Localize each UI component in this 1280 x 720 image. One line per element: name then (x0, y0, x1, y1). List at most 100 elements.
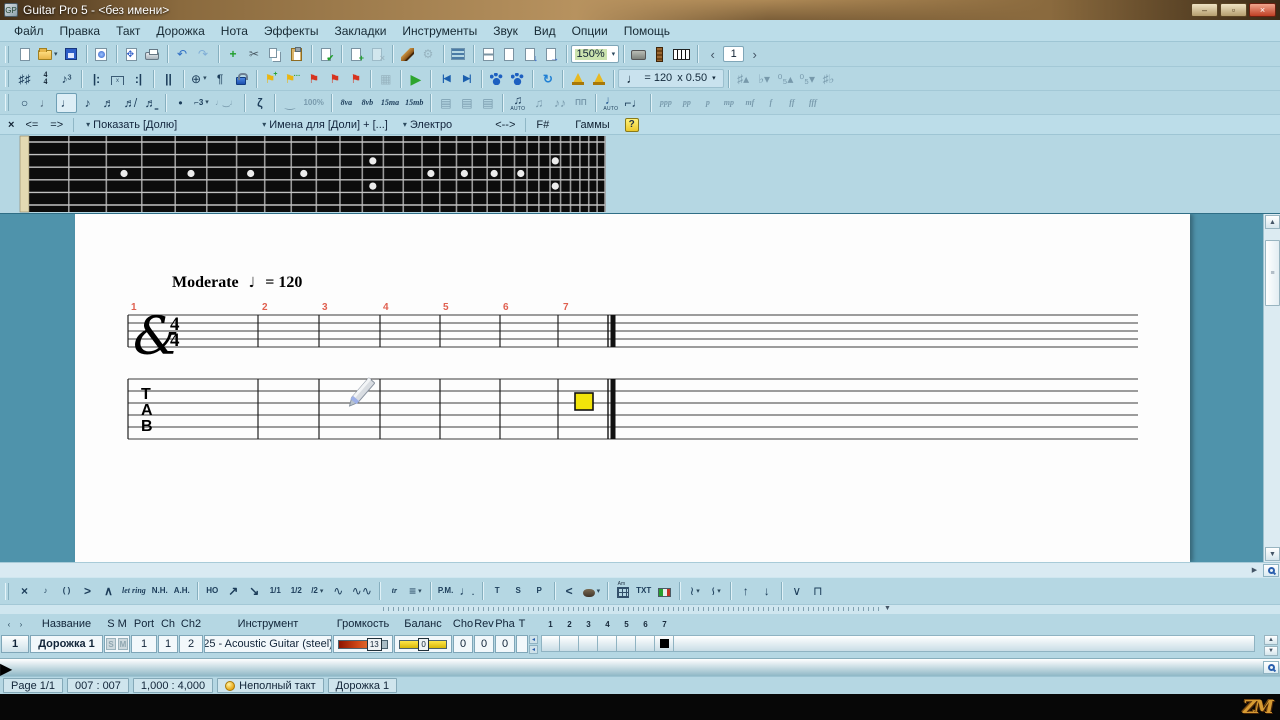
edit-cursor[interactable] (575, 393, 593, 410)
track-cell-bal[interactable]: 0 (394, 635, 452, 653)
track-cell-ch[interactable]: 1 (158, 635, 178, 653)
track-cell-ch2[interactable]: 2 (179, 635, 203, 653)
shift-down[interactable]: ↓ (756, 581, 777, 601)
notation-staves[interactable]: 1234567&44TAB (75, 214, 1190, 562)
stem-invert[interactable]: ⌐♩ (621, 93, 646, 113)
scroll-right-icon[interactable]: ▶ (1248, 564, 1261, 576)
tremolo-picking[interactable]: ≡▾ (405, 581, 426, 601)
triplet[interactable]: ⌐3▾ (191, 93, 212, 113)
staff-view-1[interactable]: ▤ (435, 93, 456, 113)
fretboard[interactable] (0, 135, 1280, 213)
measure-cell-6[interactable] (636, 635, 655, 652)
menu-помощь[interactable]: Помощь (616, 22, 678, 40)
stem-auto[interactable]: ♩AUTO (600, 93, 621, 113)
menu-опции[interactable]: Опции (564, 22, 616, 40)
half-note[interactable]: ♩ (35, 93, 56, 113)
fretboard-span-button[interactable]: <--> (490, 118, 520, 132)
delete-measure[interactable]: × (367, 44, 388, 64)
fretboard-scales-button[interactable]: Гаммы (570, 118, 615, 132)
zoom-select[interactable]: 150%▾ (571, 45, 620, 63)
dynamic-ppp[interactable]: ppp (655, 93, 676, 113)
balance-slider[interactable]: 0 (399, 640, 447, 649)
slide[interactable]: ∿ (328, 581, 349, 601)
quarter-note[interactable]: ♩ (56, 93, 77, 113)
track-list-scroll[interactable]: ◂◂ (529, 635, 538, 654)
dynamic-pp[interactable]: pp (676, 93, 697, 113)
fretboard-panel[interactable] (0, 135, 1280, 213)
track-cell-name[interactable]: Дорожка 1 (30, 635, 103, 653)
guitar-neck-toggle[interactable] (649, 44, 670, 64)
menu-эффекты[interactable]: Эффекты (256, 22, 327, 40)
bend-select[interactable]: /2▾ (307, 581, 328, 601)
score-page[interactable]: Moderate ♩ = 120 1234567&44TAB (75, 214, 1190, 562)
page-number-box[interactable]: 1 (723, 46, 744, 62)
staff-view-2[interactable]: ▤ (456, 93, 477, 113)
mixer-vertical-scroll[interactable]: ▲▼ (1264, 635, 1279, 656)
dynamic-ff[interactable]: ff (781, 93, 802, 113)
loop-playback[interactable]: ↻ (537, 69, 558, 89)
measure-cell-2[interactable] (560, 635, 579, 652)
menu-такт[interactable]: Такт (108, 22, 148, 40)
mute-button[interactable]: M (118, 638, 128, 650)
measure-cell-1[interactable] (541, 635, 560, 652)
beam-force[interactable]: ΠΠ (570, 93, 591, 113)
beam-join[interactable]: ♫ (528, 93, 549, 113)
rest[interactable]: ζ (249, 93, 270, 113)
double-barline[interactable]: || (158, 69, 179, 89)
maximize-button[interactable]: ▫ (1220, 3, 1247, 17)
time-signature[interactable]: 44 (35, 69, 56, 89)
insert-beat[interactable]: + (223, 44, 244, 64)
dynamic-mp[interactable]: mp (718, 93, 739, 113)
ruler-dropdown-icon[interactable]: ▼ (884, 605, 891, 612)
staff-view-3[interactable]: ▤ (477, 93, 498, 113)
palm-mute[interactable]: P.M. (435, 581, 456, 601)
bookmark-prev[interactable]: ⚑ (303, 69, 324, 89)
track-prev-button[interactable]: ‹ (3, 618, 15, 631)
scroll-left-icon[interactable]: ◂ (529, 635, 538, 644)
horizontal-screen-view[interactable]: → (541, 44, 562, 64)
track-next-button[interactable]: › (15, 618, 27, 631)
track-cell-t[interactable] (516, 635, 528, 653)
play[interactable]: ▶ (405, 69, 426, 89)
track-cell-port[interactable]: 1 (131, 635, 157, 653)
let-ring[interactable]: let ring (119, 581, 149, 601)
tapping[interactable]: T (487, 581, 508, 601)
insert-marker[interactable] (654, 581, 675, 601)
ghost-note[interactable]: ( ) (56, 581, 77, 601)
open-file[interactable]: ▾ (35, 44, 61, 64)
menu-вид[interactable]: Вид (526, 22, 564, 40)
upstroke[interactable]: ⊓ (807, 581, 828, 601)
cut[interactable]: ✂ (244, 44, 265, 64)
octava-8vb[interactable]: 8vb (357, 93, 378, 113)
fretboard-close-button[interactable]: × (4, 119, 18, 131)
hammer-pull[interactable]: HO (202, 581, 223, 601)
measure-cell-3[interactable] (579, 635, 598, 652)
octave-down[interactable]: ⁰₅▾ (796, 69, 818, 89)
key-signature[interactable]: ♯♯ (14, 69, 35, 89)
scroll-down-icon[interactable]: ▼ (1265, 547, 1280, 561)
wah-wah[interactable]: ▾ (580, 581, 604, 601)
go-to-end[interactable]: ▶| (456, 69, 477, 89)
track-cell-num[interactable]: 1 (1, 635, 29, 653)
chord-diagram[interactable] (612, 581, 633, 601)
artificial-harmonic[interactable]: A.H. (171, 581, 193, 601)
bend[interactable]: ↗ (223, 581, 244, 601)
octave-up[interactable]: ⁰₅▴ (775, 69, 797, 89)
toolbar-grip[interactable] (5, 94, 9, 111)
keyboard-toggle[interactable] (670, 44, 693, 64)
octava-15mb[interactable]: 15mb (402, 93, 426, 113)
measure-strip-empty[interactable] (674, 635, 1255, 652)
dead-note[interactable]: × (14, 581, 35, 601)
menu-закладки[interactable]: Закладки (326, 22, 394, 40)
scroll-right-icon[interactable]: ▶ (0, 659, 1280, 679)
fretboard-names-select[interactable]: ▾Имена для [Доли] + [...] (255, 118, 394, 132)
undo[interactable]: ↶ (172, 44, 193, 64)
menu-нота[interactable]: Нота (213, 22, 256, 40)
note-properties[interactable]: ▦ (375, 69, 396, 89)
metronome[interactable] (567, 69, 588, 89)
close-button[interactable]: × (1249, 3, 1276, 17)
go-to-start[interactable]: |◀ (435, 69, 456, 89)
beam-auto[interactable]: ♫AUTO (507, 93, 528, 113)
accidental-swap[interactable]: ♯♭ (818, 69, 839, 89)
save-file[interactable] (61, 44, 82, 64)
